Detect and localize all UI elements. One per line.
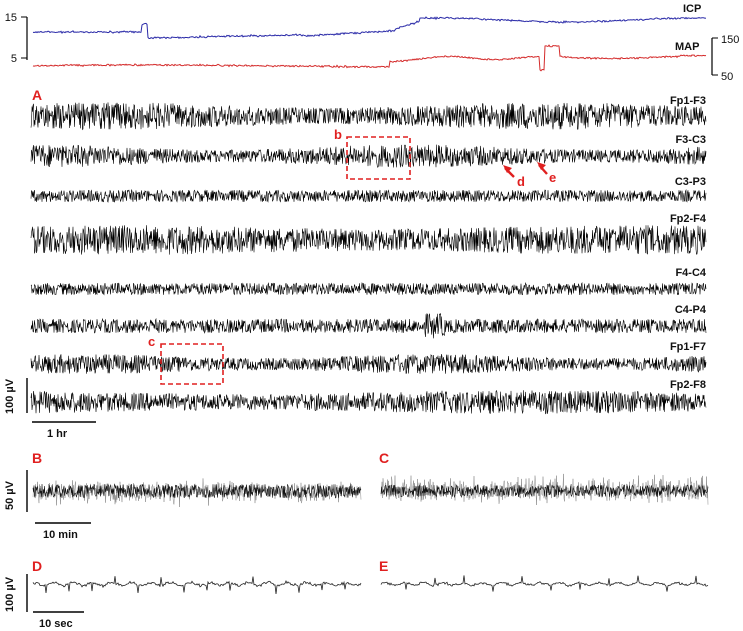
- trace-e: [380, 575, 709, 592]
- map-tick-50: 50: [721, 71, 733, 83]
- eeg-channel-trace: [30, 144, 707, 168]
- figure: 15 5 150 50 ICP MAP A Fp1-F3 F3-C3 C3-P3…: [4, 3, 740, 630]
- eeg-channel-trace: [30, 389, 707, 415]
- eeg-channel-trace: [30, 102, 707, 131]
- eeg-channel-trace: [30, 282, 707, 296]
- zoom-box-b-label: b: [334, 127, 342, 142]
- arrow-e-label: e: [549, 170, 556, 185]
- panel-a-time-label: 1 hr: [47, 428, 68, 440]
- channel-label-fp1-f7: Fp1-F7: [670, 341, 706, 353]
- map-tick-150: 150: [721, 34, 739, 46]
- arrow-d-label: d: [517, 174, 525, 189]
- arrow-e: [537, 162, 548, 175]
- panel-b-amplitude-label: 50 µV: [4, 480, 16, 510]
- panel-d-time-label: 10 sec: [39, 618, 73, 630]
- panel-d-amplitude-label: 100 µV: [4, 576, 16, 612]
- eeg-traces: [30, 102, 707, 415]
- panel-d: D 100 µV 10 sec: [4, 558, 362, 630]
- icp-tick-5: 5: [11, 53, 17, 65]
- panel-b-time-label: 10 min: [43, 529, 78, 541]
- eeg-channel-trace: [30, 225, 707, 255]
- panel-c-label: C: [379, 450, 389, 466]
- trace-d: [32, 576, 362, 595]
- channel-label-fp2-f4: Fp2-F4: [670, 213, 707, 225]
- panel-c: C: [379, 450, 709, 506]
- channel-label-f3-c3: F3-C3: [675, 134, 706, 146]
- map-series-label: MAP: [675, 41, 699, 53]
- eeg-channel-trace: [30, 313, 707, 339]
- zoom-box-c-label: c: [148, 334, 155, 349]
- channel-label-f4-c4: F4-C4: [675, 267, 706, 279]
- trace-c: [380, 473, 709, 506]
- panel-d-label: D: [32, 558, 42, 574]
- trace-dark-core: [380, 484, 709, 498]
- channel-label-c3-p3: C3-P3: [675, 176, 706, 188]
- eeg-channel-trace: [30, 353, 707, 374]
- panel-e-label: E: [379, 558, 388, 574]
- icp-series-line: [32, 16, 707, 40]
- zoom-box-b: [346, 136, 411, 180]
- panel-a: A Fp1-F3 F3-C3 C3-P3 Fp2-F4 F4-C4 C4-P4 …: [4, 87, 707, 440]
- channel-label-fp2-f8: Fp2-F8: [670, 379, 706, 391]
- trace-b: [32, 478, 362, 508]
- vitals-section: 15 5 150 50 ICP MAP: [5, 3, 740, 83]
- eeg-channel-trace: [30, 188, 707, 203]
- panel-a-label: A: [32, 87, 42, 103]
- panel-b-label: B: [32, 450, 42, 466]
- panel-a-amplitude-label: 100 µV: [4, 378, 16, 414]
- channel-label-fp1-f3: Fp1-F3: [670, 95, 706, 107]
- icp-series-label: ICP: [683, 3, 701, 15]
- panel-b: B 50 µV 10 min: [4, 450, 362, 541]
- icp-tick-15: 15: [5, 12, 17, 24]
- map-series-line: [32, 44, 707, 72]
- arrow-d: [503, 165, 515, 178]
- channel-label-c4-p4: C4-P4: [675, 304, 707, 316]
- panel-e: E: [379, 558, 709, 592]
